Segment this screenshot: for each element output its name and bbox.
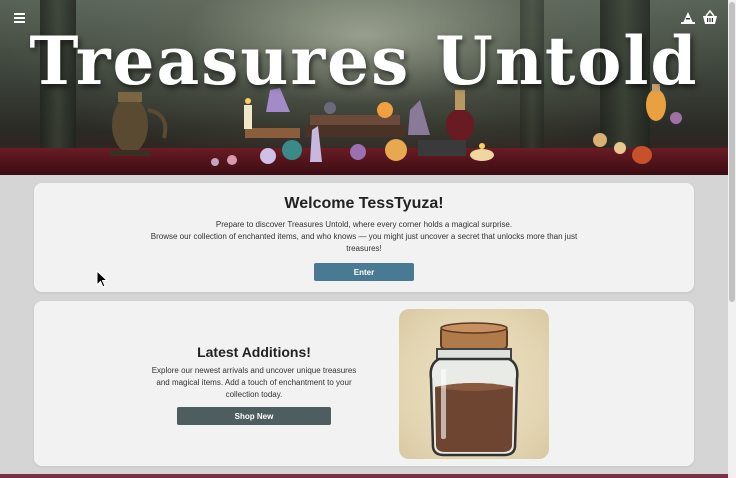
latest-additions-card: Latest Additions! Explore our newest arr… bbox=[34, 301, 694, 466]
candle-decoration bbox=[479, 143, 485, 149]
gem-decoration bbox=[282, 140, 302, 160]
teapot-decoration bbox=[110, 92, 168, 156]
gem-decoration bbox=[385, 139, 407, 161]
gem-decoration bbox=[377, 102, 393, 118]
welcome-message: Prepare to discover Treasures Untold, wh… bbox=[144, 219, 584, 255]
page-scrollbar[interactable] bbox=[728, 0, 736, 478]
gem-decoration bbox=[260, 148, 276, 164]
scrollbar-thumb[interactable] bbox=[729, 2, 735, 302]
crystal-decoration bbox=[408, 100, 430, 135]
book-decoration bbox=[305, 125, 405, 137]
welcome-line-2: Browse our collection of enchanted items… bbox=[150, 232, 578, 253]
potion-decoration bbox=[446, 109, 474, 141]
site-title: Treasures Untold bbox=[29, 22, 699, 100]
hamburger-menu-icon[interactable] bbox=[10, 8, 30, 28]
candle-decoration bbox=[470, 149, 494, 161]
welcome-heading: Welcome TessTyuza! bbox=[284, 195, 444, 212]
potion-decoration bbox=[632, 146, 652, 164]
candle-decoration bbox=[244, 105, 252, 129]
welcome-card: Welcome TessTyuza! Prepare to discover T… bbox=[34, 183, 694, 292]
basket-icon[interactable] bbox=[700, 8, 720, 28]
chest-decoration bbox=[418, 140, 466, 156]
latest-heading: Latest Additions! bbox=[197, 344, 311, 360]
gem-decoration bbox=[670, 112, 682, 124]
cup-decoration bbox=[593, 133, 607, 147]
enter-button[interactable]: Enter bbox=[314, 263, 414, 281]
gem-decoration bbox=[324, 102, 336, 114]
latest-description: Explore our newest arrivals and uncover … bbox=[151, 366, 357, 399]
gem-decoration bbox=[350, 144, 366, 160]
footer-accent-strip bbox=[0, 474, 728, 478]
welcome-line-1: Prepare to discover Treasures Untold, wh… bbox=[215, 220, 513, 229]
cup-decoration bbox=[614, 142, 626, 154]
mouse-cursor-icon bbox=[96, 270, 108, 288]
shop-new-button[interactable]: Shop New bbox=[177, 407, 331, 425]
gem-decoration bbox=[227, 155, 237, 165]
gem-decoration bbox=[211, 158, 219, 166]
hero-banner: Treasures Untold bbox=[0, 0, 728, 175]
wizard-hat-icon[interactable] bbox=[678, 8, 698, 28]
cork-jar-image[interactable] bbox=[399, 309, 549, 459]
book-decoration bbox=[245, 128, 300, 138]
